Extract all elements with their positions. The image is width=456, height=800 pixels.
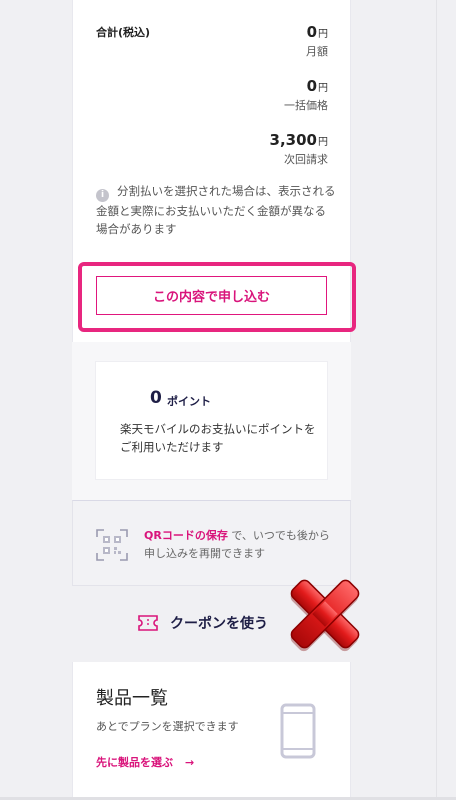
- monthly-amount: 0: [306, 23, 317, 41]
- next-label: 次回請求: [284, 153, 328, 166]
- ticket-icon: [138, 615, 158, 631]
- product-subtitle: あとでプランを選択できます: [96, 720, 239, 733]
- points-value: 0: [150, 388, 162, 408]
- select-product-label: 先に製品を選ぶ: [96, 756, 173, 769]
- notice-text: 分割払いを選択された場合は、表示される金額と実際にお支払いいただく金額が異なる場…: [96, 184, 336, 236]
- lump-yen: 円: [318, 83, 328, 94]
- total-label: 合計(税込): [96, 26, 151, 39]
- coupon-label: クーポンを使う: [170, 616, 268, 632]
- apply-button[interactable]: この内容で申し込む: [96, 276, 327, 315]
- arrow-right-icon: →: [185, 756, 195, 769]
- monthly-label: 月額: [306, 45, 328, 58]
- monthly-price: 0円 月額: [306, 22, 328, 59]
- next-amount: 3,300: [269, 131, 317, 149]
- divider: [436, 0, 437, 800]
- next-yen: 円: [318, 137, 328, 148]
- lump-label: 一括価格: [284, 99, 328, 112]
- info-icon: i: [96, 189, 109, 202]
- product-title: 製品一覧: [96, 688, 168, 709]
- lump-amount: 0: [306, 77, 317, 95]
- qr-code-icon: [96, 529, 128, 561]
- coupon-button[interactable]: クーポンを使う: [138, 612, 268, 634]
- monthly-yen: 円: [318, 29, 328, 40]
- page: 合計(税込) 0円 月額 0円 一括価格 3,300円 次回請求 i 分割払いを選…: [0, 0, 456, 800]
- red-x-icon: [290, 579, 360, 652]
- qr-text: QRコードの保存 で、いつでも後から申し込みを再開できます: [144, 527, 334, 563]
- select-product-link[interactable]: 先に製品を選ぶ →: [96, 754, 194, 770]
- qr-save-link[interactable]: QRコードの保存: [144, 529, 228, 542]
- installment-notice: i 分割払いを選択された場合は、表示される金額と実際にお支払いいただく金額が異なる…: [96, 182, 336, 238]
- lump-price: 0円 一括価格: [284, 76, 328, 113]
- points-description: 楽天モバイルのお支払いにポイントをご利用いただけます: [120, 422, 316, 454]
- next-price: 3,300円 次回請求: [270, 130, 328, 167]
- smartphone-icon: [280, 703, 316, 759]
- points-unit: ポイント: [167, 395, 211, 408]
